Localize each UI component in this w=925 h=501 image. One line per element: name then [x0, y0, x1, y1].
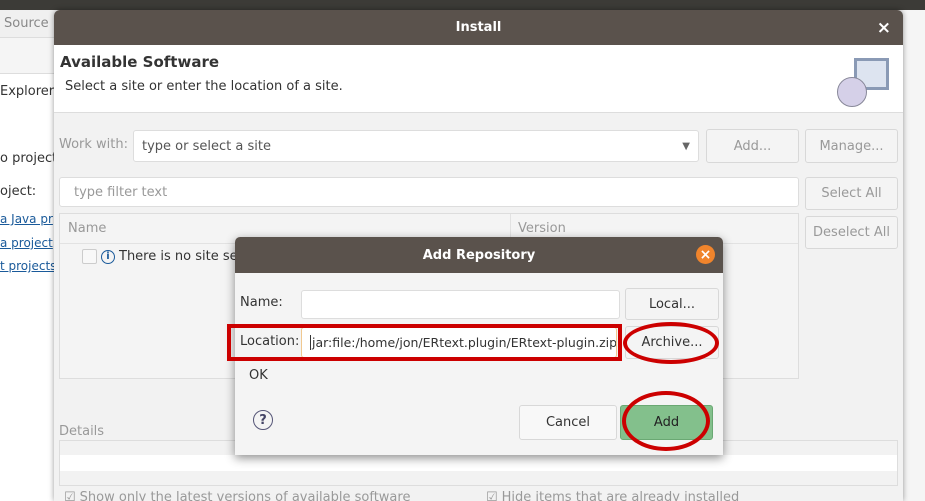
details-label: Details [59, 424, 108, 439]
info-icon: i [101, 249, 115, 264]
ide-titlebar [0, 0, 925, 10]
row-checkbox[interactable] [82, 249, 97, 264]
filter-input[interactable]: type filter text [59, 177, 799, 207]
link[interactable]: a Java pr [0, 212, 53, 226]
link[interactable]: t projects [0, 259, 56, 273]
text: oject: [0, 184, 37, 199]
header-subtitle: Select a site or enter the location of a… [65, 79, 343, 94]
cancel-button[interactable]: Cancel [519, 405, 617, 440]
hide-installed-checkbox[interactable]: ☑ Hide items that are already installed [486, 490, 739, 501]
combo-placeholder: type or select a site [142, 138, 271, 154]
show-latest-checkbox[interactable]: ☑ Show only the latest versions of availa… [64, 490, 410, 501]
manage-button[interactable]: Manage... [805, 129, 898, 163]
add-site-button[interactable]: Add... [706, 129, 799, 163]
close-icon[interactable]: × [877, 18, 891, 38]
chevron-down-icon[interactable]: ▼ [682, 141, 690, 152]
install-titlebar: Install [54, 10, 903, 45]
checkbox-checked-icon: ☑ [64, 490, 76, 501]
explorer-title: Explorer [0, 84, 55, 99]
dialog-title: Add Repository [422, 247, 536, 263]
local-button[interactable]: Local... [625, 288, 719, 320]
column-name[interactable]: Name [68, 221, 106, 236]
checkbox-label: Hide items that are already installed [501, 490, 740, 501]
dialog-title: Install [455, 20, 502, 35]
link[interactable]: a project [0, 236, 53, 250]
menu-source[interactable]: Source [0, 10, 60, 38]
work-with-label: Work with: [59, 137, 129, 152]
add-highlight-ellipse [622, 391, 710, 451]
close-icon[interactable]: × [696, 245, 715, 264]
help-icon[interactable]: ? [253, 410, 273, 430]
checkbox-checked-icon: ☑ [486, 490, 498, 501]
archive-highlight-ellipse [623, 322, 719, 364]
work-with-combo[interactable]: type or select a site ▼ [133, 130, 699, 162]
install-software-icon [834, 55, 894, 110]
name-label: Name: [240, 295, 283, 310]
column-version[interactable]: Version [518, 221, 566, 236]
name-input[interactable] [301, 290, 620, 319]
add-repository-titlebar: Add Repository [235, 237, 723, 273]
row-name: There is no site sele [119, 249, 250, 264]
select-all-button[interactable]: Select All [805, 177, 898, 210]
header: Available Software Select a site or ente… [54, 45, 903, 113]
location-highlight-box [227, 324, 622, 361]
status-message: OK [249, 368, 268, 383]
deselect-all-button[interactable]: Deselect All [805, 216, 898, 249]
text: o project [0, 151, 58, 166]
table-row: i There is no site sele [82, 249, 249, 264]
ide-left-panel: Source Explorer o project oject: a Java … [0, 10, 60, 501]
checkbox-label: Show only the latest versions of availab… [79, 490, 411, 501]
header-title: Available Software [60, 53, 220, 71]
ide-toolbar [0, 38, 60, 74]
ide-right-panel [903, 10, 925, 501]
